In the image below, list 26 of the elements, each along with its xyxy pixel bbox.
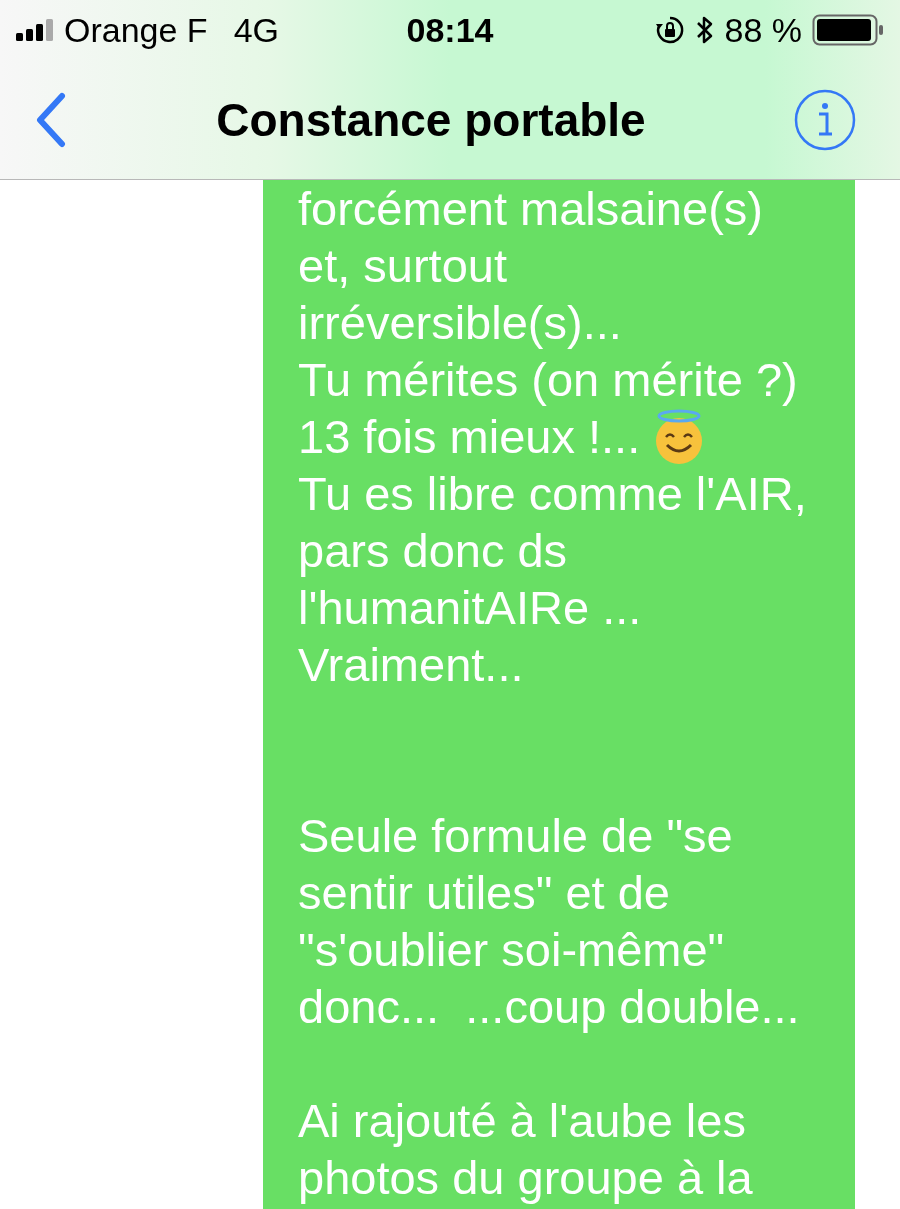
- message-line: Tu es libre comme l'AIR,: [298, 466, 807, 521]
- signal-icon: [16, 19, 54, 41]
- network-type: 4G: [233, 10, 279, 50]
- carrier-name: Orange F: [64, 10, 208, 50]
- message-line: et, surtout: [298, 238, 507, 293]
- rotation-lock-icon: [654, 15, 685, 45]
- message-line: forcément malsaine(s): [298, 181, 763, 236]
- back-button[interactable]: [34, 91, 68, 148]
- contact-name: Constance portable: [216, 92, 646, 147]
- message-line: 13 fois mieux !...: [298, 409, 641, 464]
- message-line: l'humanitAIRe ...: [298, 580, 642, 635]
- info-button[interactable]: [794, 88, 856, 151]
- message-line: pars donc ds: [298, 523, 568, 578]
- clock-time: 08:14: [405, 10, 495, 50]
- message-line: "s'oublier soi-même": [298, 922, 725, 977]
- message-line: Ai rajouté à l'aube les: [298, 1093, 746, 1148]
- message-line: Tu mérites (on mérite ?): [298, 352, 798, 407]
- battery-percent: 88 %: [724, 10, 802, 50]
- message-line: irréversible(s)...: [298, 295, 622, 350]
- bluetooth-icon: [694, 15, 715, 45]
- message-line: sentir utiles" et de: [298, 865, 670, 920]
- battery-icon: [812, 14, 884, 46]
- message-line: photos du groupe à la: [298, 1150, 753, 1205]
- message-line: Seule formule de "se: [298, 808, 733, 863]
- message-line: donc... ...coup double...: [298, 979, 800, 1034]
- message-line: Vraiment...: [298, 637, 524, 692]
